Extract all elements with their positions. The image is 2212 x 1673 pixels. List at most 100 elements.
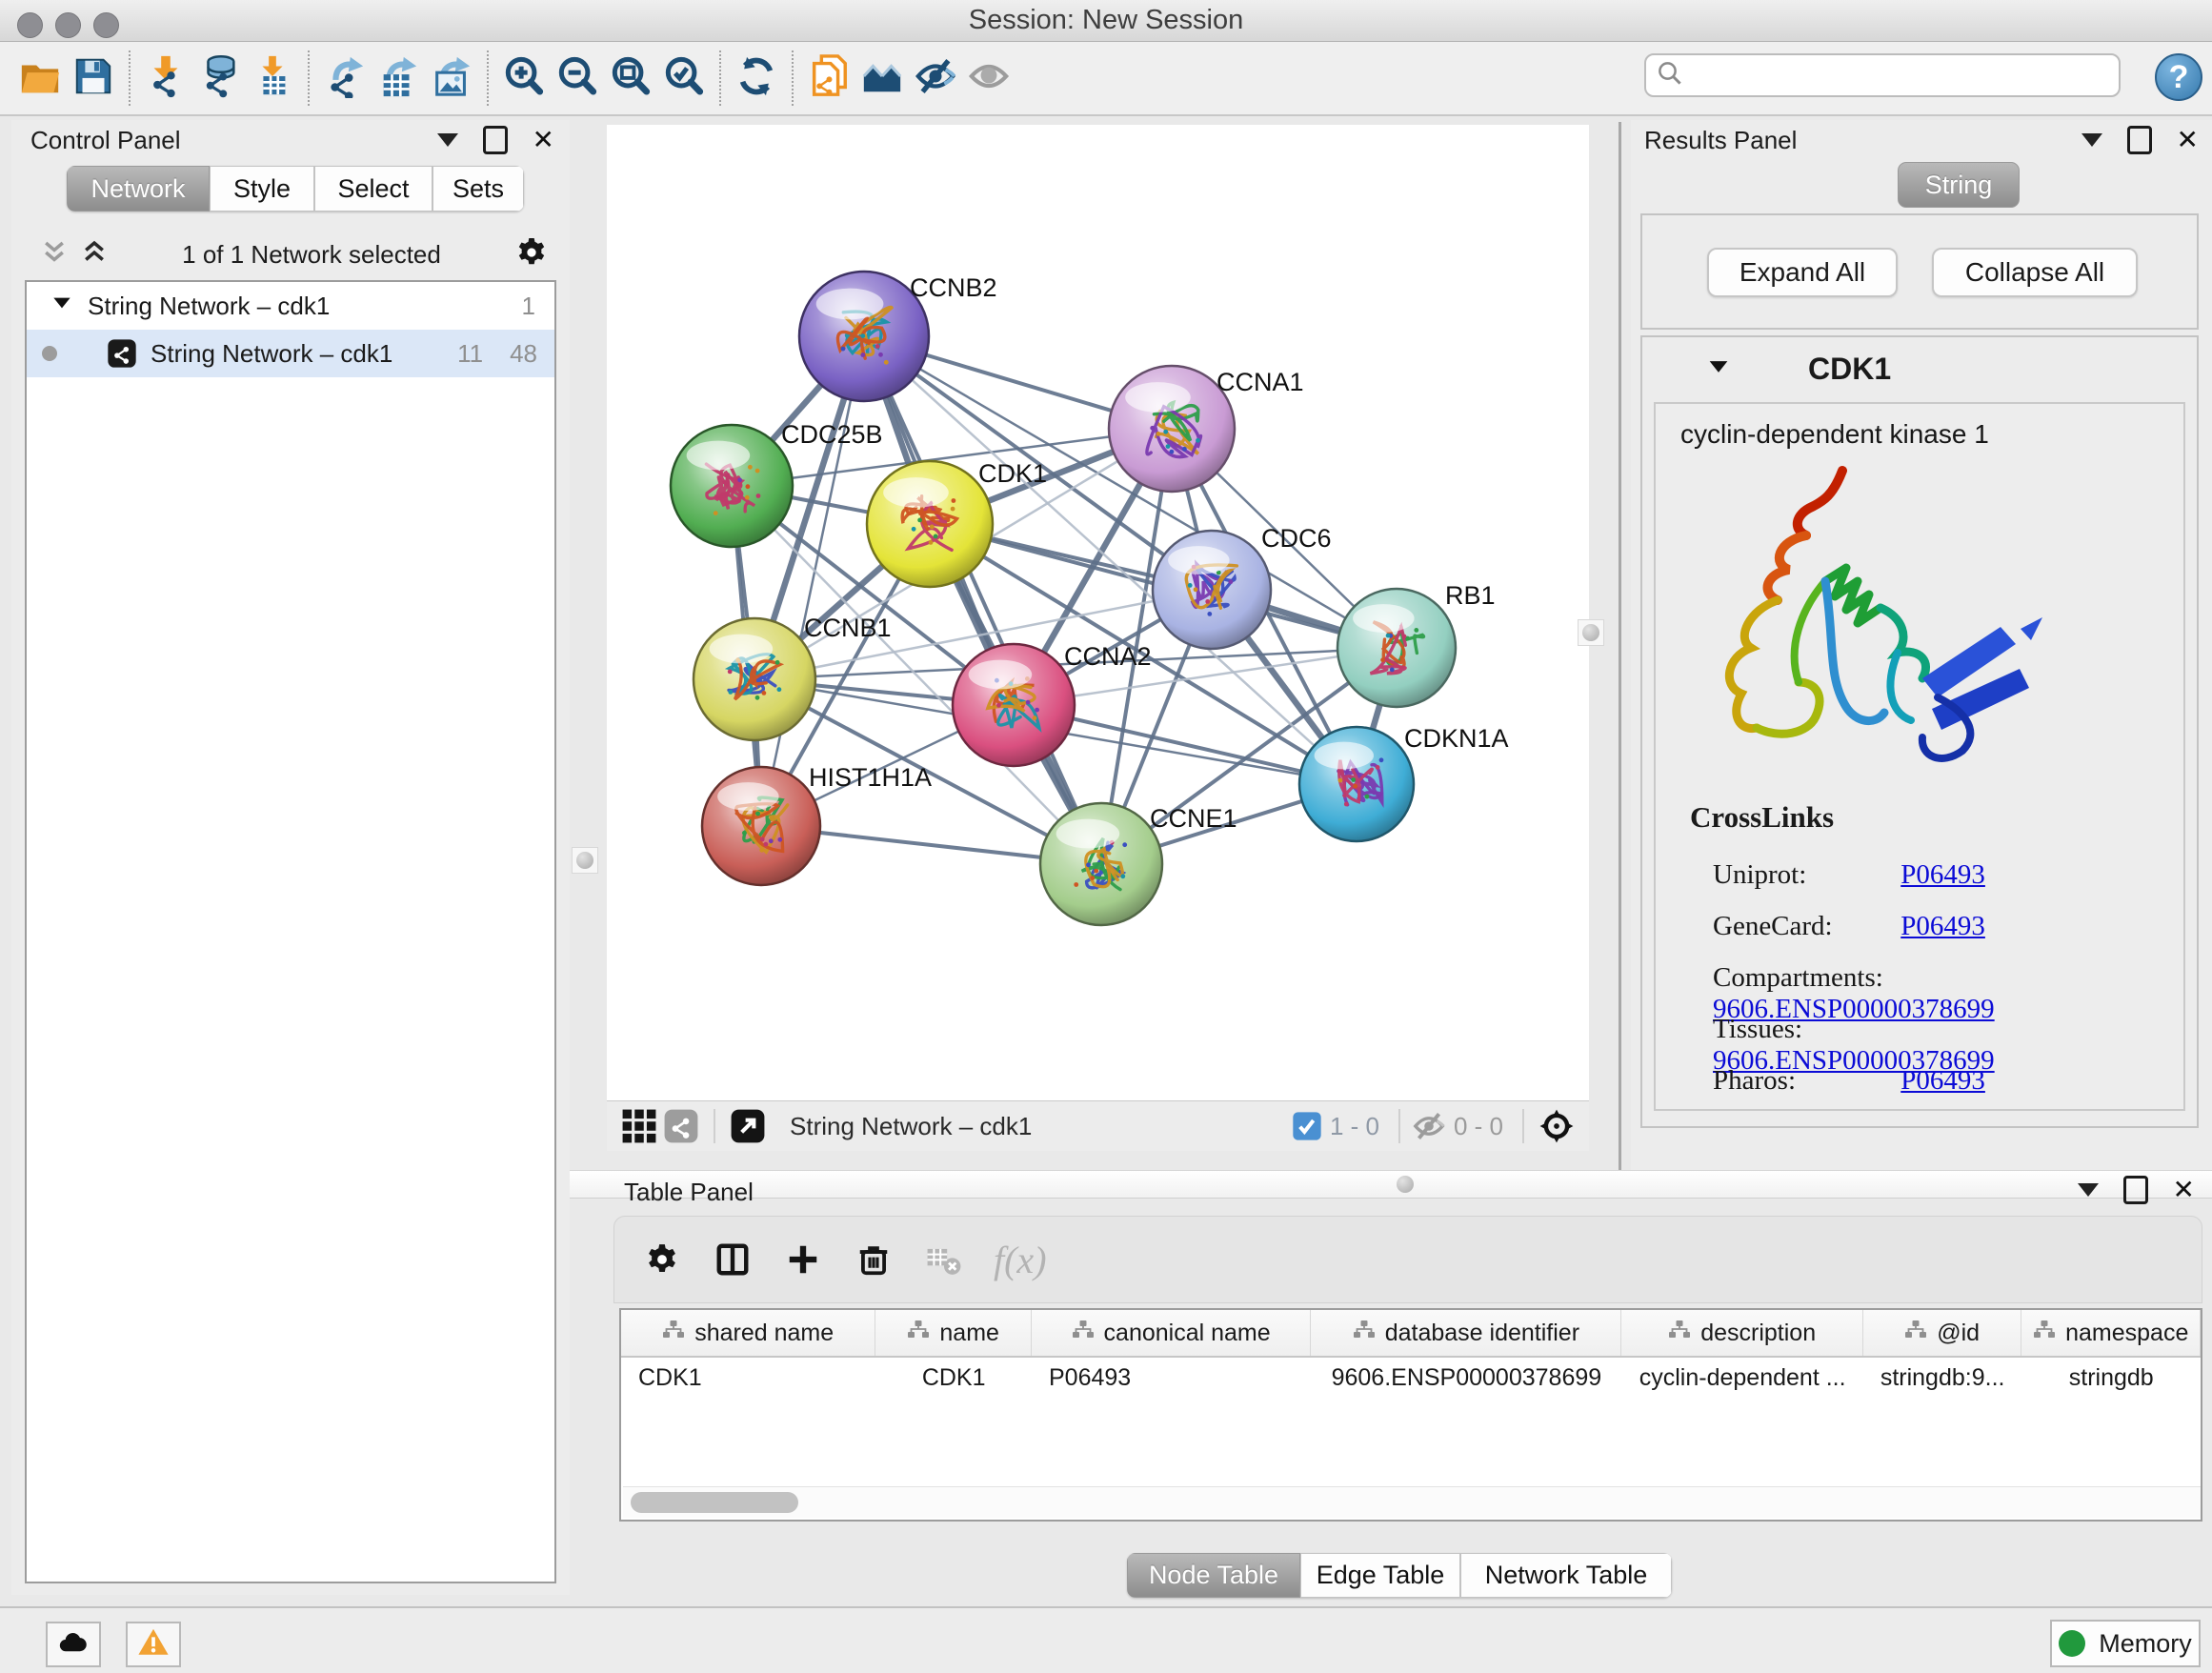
expand-all-networks-icon[interactable] [40, 238, 69, 272]
help-button[interactable] [2155, 53, 2202, 101]
network-node-HIST1H1A[interactable] [702, 767, 820, 885]
crosslink-link[interactable]: P06493 [1900, 1065, 1985, 1096]
column-header--id[interactable]: @id [1863, 1310, 2022, 1356]
network-options-gear-icon[interactable] [514, 235, 549, 274]
network-node-CDC6[interactable] [1153, 531, 1271, 649]
tab-network-table[interactable]: Network Table [1460, 1553, 1672, 1598]
expand-all-button[interactable]: Expand All [1707, 248, 1898, 297]
scrollbar-thumb[interactable] [631, 1492, 798, 1513]
table-row[interactable]: CDK1CDK1P064939606.ENSP00000378699cyclin… [621, 1358, 2201, 1398]
float-panel-button[interactable] [2123, 1176, 2148, 1204]
network-node-CCNB1[interactable] [694, 618, 815, 740]
network-tree-row[interactable]: String Network – cdk1 1 [27, 282, 554, 330]
save-session-button[interactable] [67, 50, 120, 107]
close-panel-button[interactable] [2177, 129, 2199, 151]
vertical-divider[interactable] [1619, 122, 1621, 1170]
column-header-name[interactable]: name [875, 1310, 1032, 1356]
network-view-canvas[interactable]: CCNB2CCNA1CDC25BCDK1CDC6RB1CCNB1CCNA2CDK… [607, 125, 1589, 1100]
show-all-icon [967, 54, 1011, 103]
tab-network[interactable]: Network [67, 166, 210, 212]
grid-view-icon[interactable] [618, 1105, 660, 1147]
right-splitter-handle[interactable] [1578, 619, 1604, 646]
control-panel: Control Panel NetworkStyleSelectSets 1 o… [11, 120, 570, 1595]
zoom-window-button[interactable] [93, 12, 119, 38]
network-graph[interactable]: CCNB2CCNA1CDC25BCDK1CDC6RB1CCNB1CCNA2CDK… [607, 125, 1589, 1100]
import-table-file-button[interactable] [246, 50, 299, 107]
network-selection-status: 1 of 1 Network selected [109, 240, 514, 270]
network-edge[interactable] [761, 336, 864, 826]
left-splitter-handle[interactable] [572, 847, 598, 874]
apply-preferred-layout-icon [734, 54, 778, 103]
export-table-button[interactable] [372, 50, 425, 107]
warnings-button[interactable] [126, 1622, 181, 1667]
column-type-icon [1668, 1319, 1691, 1348]
column-type-icon [662, 1319, 685, 1348]
crosslink-label: Uniprot: [1713, 859, 1894, 891]
create-column-icon[interactable] [782, 1239, 824, 1280]
crosslink-link[interactable]: P06493 [1900, 859, 1985, 890]
collapse-panel-button[interactable] [2078, 1183, 2099, 1197]
gene-section-header[interactable]: CDK1 [1642, 337, 2197, 400]
apply-preferred-layout-button[interactable] [730, 50, 783, 107]
open-in-window-icon[interactable] [727, 1105, 769, 1147]
column-header-description[interactable]: description [1621, 1310, 1862, 1356]
toolbar-separator [719, 50, 721, 106]
tab-select[interactable]: Select [314, 166, 432, 212]
results-panel-window-controls [2081, 126, 2199, 154]
zoom-fit-content-button[interactable] [604, 50, 657, 107]
table-options-gear-icon[interactable] [641, 1239, 683, 1280]
collapse-all-networks-icon[interactable] [80, 238, 109, 272]
column-header-namespace[interactable]: namespace [2021, 1310, 2201, 1356]
zoom-selected-button[interactable] [657, 50, 711, 107]
hide-selected-button[interactable] [909, 50, 962, 107]
tab-node-table[interactable]: Node Table [1127, 1553, 1300, 1598]
cloud-status-button[interactable] [46, 1622, 101, 1667]
network-node-CDKN1A[interactable] [1299, 727, 1414, 841]
import-network-file-button[interactable] [139, 50, 192, 107]
network-node-CCNE1[interactable] [1040, 803, 1162, 925]
network-node-CDK1[interactable] [867, 461, 993, 587]
collapse-all-button[interactable]: Collapse All [1932, 248, 2138, 297]
delete-table-icon [923, 1239, 965, 1280]
minimize-window-button[interactable] [55, 12, 81, 38]
show-columns-icon[interactable] [712, 1239, 754, 1280]
selected-checkbox-icon[interactable] [1292, 1105, 1322, 1147]
tab-edge-table[interactable]: Edge Table [1300, 1553, 1460, 1598]
open-session-button[interactable] [13, 50, 67, 107]
expander-icon[interactable] [50, 291, 74, 322]
select-first-neighbors-button[interactable] [855, 50, 909, 107]
close-window-button[interactable] [17, 12, 43, 38]
float-panel-button[interactable] [2127, 126, 2152, 154]
network-node-RB1[interactable] [1337, 589, 1456, 707]
show-all-button[interactable] [962, 50, 1016, 107]
import-network-from-database-button[interactable] [192, 50, 246, 107]
delete-column-icon[interactable] [853, 1239, 895, 1280]
column-header-canonical-name[interactable]: canonical name [1032, 1310, 1311, 1356]
float-panel-button[interactable] [483, 126, 508, 154]
search-input[interactable] [1684, 56, 2119, 94]
network-tree-row[interactable]: String Network – cdk1 11 48 [27, 330, 554, 377]
zoom-out-button[interactable] [551, 50, 604, 107]
tab-string[interactable]: String [1898, 162, 2020, 208]
column-header-database-identifier[interactable]: database identifier [1311, 1310, 1621, 1356]
column-header-shared-name[interactable]: shared name [621, 1310, 875, 1356]
network-node-CDC25B[interactable] [671, 425, 793, 547]
network-node-CCNA2[interactable] [953, 644, 1075, 766]
tab-style[interactable]: Style [210, 166, 314, 212]
collapse-section-icon[interactable] [1705, 353, 1732, 385]
collapse-panel-button[interactable] [437, 133, 458, 147]
birds-eye-view-icon[interactable] [1536, 1105, 1578, 1147]
export-image-button[interactable] [425, 50, 478, 107]
status-bar: Memory [0, 1606, 2212, 1673]
memory-button[interactable]: Memory [2050, 1620, 2201, 1667]
collapse-panel-button[interactable] [2081, 133, 2102, 147]
network-list: String Network – cdk1 1 String Network –… [25, 280, 556, 1583]
zoom-in-button[interactable] [497, 50, 551, 107]
network-view-footer: String Network – cdk1 1 - 0 0 - 0 [607, 1100, 1589, 1151]
close-panel-button[interactable] [2173, 1179, 2195, 1201]
new-network-from-selection-button[interactable] [802, 50, 855, 107]
tab-sets[interactable]: Sets [432, 166, 524, 212]
crosslink-link[interactable]: P06493 [1900, 911, 1985, 941]
export-network-button[interactable] [318, 50, 372, 107]
close-panel-button[interactable] [533, 129, 554, 151]
